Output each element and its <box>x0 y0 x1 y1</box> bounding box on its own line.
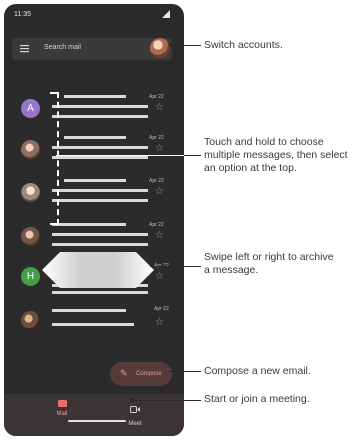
avatar <box>21 227 40 246</box>
signal-icon <box>162 10 170 18</box>
home-indicator <box>68 420 126 422</box>
star-icon[interactable]: ☆ <box>155 102 164 113</box>
compose-label: Compose <box>136 371 162 377</box>
menu-icon[interactable] <box>20 44 29 53</box>
snippet-placeholder <box>52 156 148 159</box>
compose-button[interactable]: ✎ Compose <box>110 362 172 386</box>
star-icon[interactable]: ☆ <box>155 186 164 197</box>
callout-swipe: Swipe left or right to archive a message… <box>204 251 334 276</box>
callout-meeting: Start or join a meeting. <box>204 393 310 405</box>
subject-placeholder <box>52 189 148 192</box>
account-avatar[interactable] <box>150 38 170 58</box>
email-row[interactable]: Apr 22 ☆ <box>4 306 184 350</box>
callout-line-inner <box>56 155 201 156</box>
email-date: Apr 22 <box>149 94 164 100</box>
avatar: H <box>21 267 40 286</box>
callout-line <box>133 400 201 401</box>
callout-line <box>150 266 201 267</box>
snippet-placeholder <box>52 243 148 246</box>
avatar <box>21 183 40 202</box>
status-time: 11:35 <box>14 11 31 18</box>
subject-placeholder <box>52 323 134 326</box>
email-date: Apr 22 <box>149 222 164 228</box>
snippet-placeholder <box>52 115 148 118</box>
selection-bracket-top <box>50 92 59 94</box>
avatar: A <box>21 99 40 118</box>
email-row[interactable]: Apr 22 ☆ <box>4 135 184 179</box>
sender-placeholder <box>64 95 126 98</box>
pencil-icon: ✎ <box>120 368 128 378</box>
subject-placeholder <box>52 146 148 149</box>
callout-switch-accounts: Switch accounts. <box>204 39 283 51</box>
nav-meet[interactable]: Meet <box>122 400 148 427</box>
mail-icon <box>57 400 67 407</box>
search-bar[interactable]: Search mail <box>12 38 172 60</box>
snippet-placeholder <box>52 199 148 202</box>
star-icon[interactable]: ☆ <box>155 271 164 282</box>
subject-placeholder <box>52 105 148 108</box>
sender-placeholder <box>52 223 126 226</box>
avatar <box>21 140 40 159</box>
video-icon <box>130 406 140 413</box>
status-bar: 11:35 <box>4 4 184 26</box>
selection-bracket-bottom <box>50 223 59 225</box>
email-date: Apr 22 <box>149 135 164 141</box>
callout-touch-hold: Touch and hold to choose multiple messag… <box>204 136 348 174</box>
swipe-gesture-overlay <box>42 252 154 288</box>
sender-placeholder <box>52 309 126 312</box>
callout-line <box>171 45 201 46</box>
sender-placeholder <box>64 179 126 182</box>
email-date: Apr 22 <box>154 306 169 312</box>
selection-bracket <box>57 92 59 225</box>
subject-placeholder <box>52 233 148 236</box>
callout-line <box>184 155 201 156</box>
callout-line <box>168 371 201 372</box>
star-icon[interactable]: ☆ <box>155 143 164 154</box>
callout-compose: Compose a new email. <box>204 365 311 377</box>
star-icon[interactable]: ☆ <box>155 317 164 328</box>
snippet-placeholder <box>52 291 148 294</box>
email-date: Apr 22 <box>149 178 164 184</box>
email-row[interactable]: Apr 22 ☆ <box>4 178 184 222</box>
avatar <box>21 311 40 330</box>
nav-meet-label: Meet <box>128 421 142 427</box>
search-placeholder[interactable]: Search mail <box>44 44 81 51</box>
star-icon[interactable]: ☆ <box>155 230 164 241</box>
email-row[interactable]: A Apr 22 ☆ <box>4 94 184 138</box>
sender-placeholder <box>64 136 126 139</box>
nav-mail[interactable]: Mail <box>52 400 72 417</box>
nav-mail-label: Mail <box>56 411 68 417</box>
phone-screen: 11:35 Search mail A Apr 22 ☆ Apr 22 ☆ Ap… <box>4 4 184 436</box>
